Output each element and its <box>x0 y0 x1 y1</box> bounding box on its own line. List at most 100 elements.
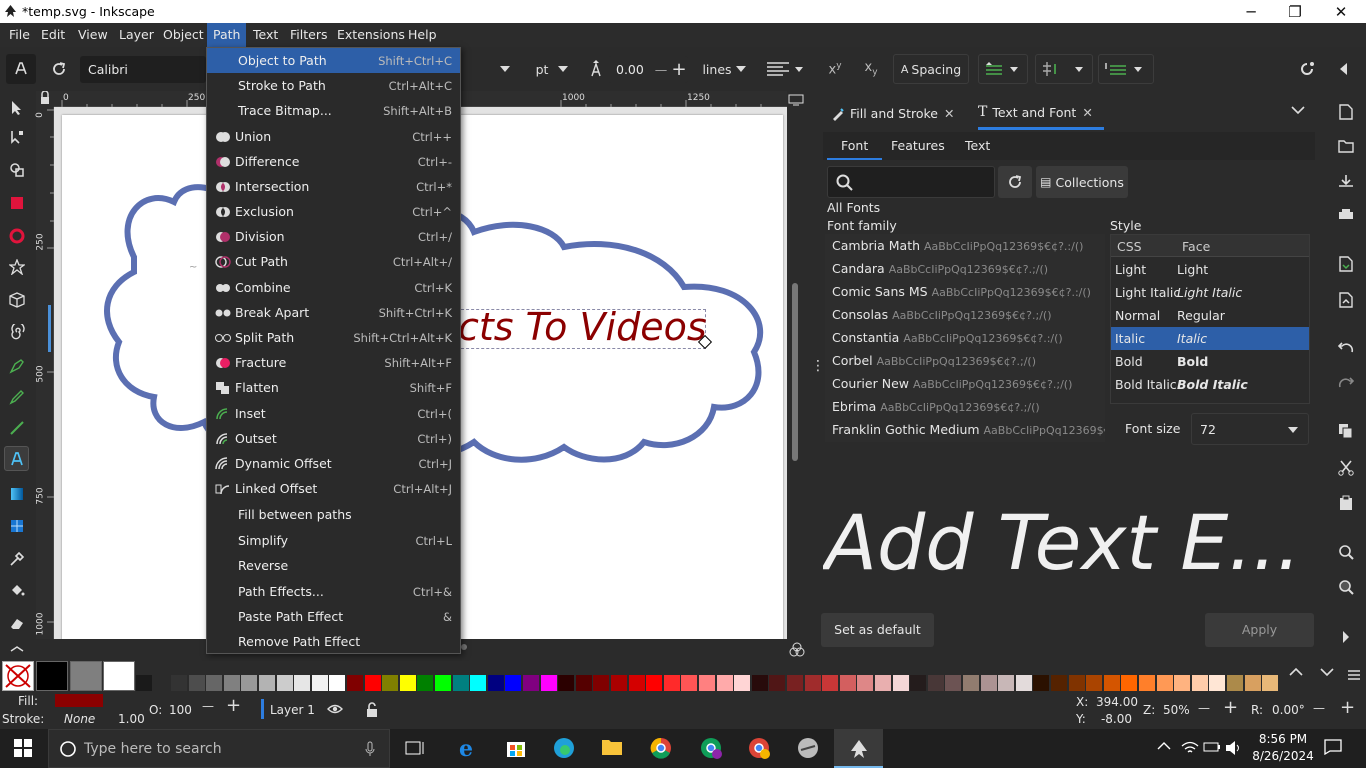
star-tool-icon[interactable] <box>4 254 29 279</box>
microphone-icon[interactable] <box>365 741 375 757</box>
windows-start-icon[interactable] <box>14 739 34 759</box>
set-default-button[interactable]: Set as default <box>821 613 934 647</box>
path-menu-item-combine[interactable]: Combine Ctrl+K <box>207 275 460 300</box>
path-menu-item-paste-path-effect[interactable]: Paste Path Effect & <box>207 604 460 629</box>
color-swatch[interactable] <box>382 675 399 691</box>
more-tools-icon[interactable] <box>4 636 29 661</box>
snap-icon[interactable] <box>1293 54 1321 84</box>
canvas-hscrollbar[interactable] <box>461 644 467 650</box>
color-swatch[interactable] <box>103 661 135 691</box>
subscript-icon[interactable]: xy <box>858 54 884 84</box>
close-button[interactable]: ✕ <box>1318 0 1364 23</box>
new-document-icon[interactable] <box>1335 101 1357 123</box>
tray-chevron-up-icon[interactable] <box>1157 741 1171 755</box>
dock-menu-chevron-icon[interactable] <box>1291 105 1309 119</box>
vertical-ruler[interactable]: 0 250 500 750 1000 <box>35 107 54 639</box>
color-swatch[interactable] <box>417 675 434 691</box>
style-row[interactable]: Light Light <box>1111 258 1309 281</box>
zoom-value[interactable]: 50% <box>1163 703 1190 717</box>
color-swatch[interactable] <box>329 675 346 691</box>
style-row[interactable]: Bold Italic Bold Italic <box>1111 373 1309 396</box>
text-tool-icon[interactable] <box>4 446 29 471</box>
3d-box-tool-icon[interactable] <box>4 287 29 312</box>
path-menu-item-inset[interactable]: Inset Ctrl+( <box>207 401 460 426</box>
color-swatch[interactable] <box>470 675 487 691</box>
font-size-dropdown-icon[interactable] <box>490 54 520 84</box>
font-list-item[interactable]: Comic Sans MS AaBbCcIiPpQq12369$€¢?.:/() <box>825 280 1105 303</box>
edge-legacy-icon[interactable]: e <box>456 737 480 761</box>
color-swatch[interactable] <box>716 675 733 691</box>
path-menu-item-division[interactable]: Division Ctrl+/ <box>207 224 460 249</box>
color-swatch[interactable] <box>540 675 557 691</box>
layer-lock-icon[interactable] <box>365 702 379 718</box>
chrome-icon[interactable] <box>650 737 674 761</box>
paste-icon[interactable] <box>1335 492 1357 514</box>
pen-tool-icon[interactable] <box>4 353 29 378</box>
color-swatch[interactable] <box>241 675 258 691</box>
path-menu-item-union[interactable]: Union Ctrl++ <box>207 124 460 149</box>
color-swatch[interactable] <box>399 675 416 691</box>
color-swatch[interactable] <box>1156 675 1173 691</box>
canvas-text[interactable]: cts To Videos <box>458 305 707 349</box>
color-swatch[interactable] <box>945 675 962 691</box>
clock-date[interactable]: 8/26/2024 <box>1249 749 1317 763</box>
collapse-toolbar-icon[interactable] <box>1330 54 1358 84</box>
clock-time[interactable]: 8:56 PM <box>1253 732 1313 746</box>
path-menu-item-object-to-path[interactable]: Object to Path Shift+Ctrl+C <box>207 48 460 73</box>
shape-builder-icon[interactable] <box>4 157 29 182</box>
color-swatch[interactable] <box>505 675 522 691</box>
color-swatch[interactable] <box>487 675 504 691</box>
file-explorer-icon[interactable] <box>601 737 625 761</box>
notification-center-icon[interactable] <box>1324 739 1344 759</box>
menu-object[interactable]: Object <box>157 23 210 47</box>
color-swatch[interactable] <box>1086 675 1103 691</box>
menu-path[interactable]: Path <box>207 23 247 47</box>
path-menu-item-path-effects[interactable]: Path Effects... Ctrl+& <box>207 579 460 604</box>
color-swatch[interactable] <box>1103 675 1120 691</box>
style-row[interactable]: Bold Bold <box>1111 350 1309 373</box>
stroke-width[interactable]: 1.00 <box>118 712 145 726</box>
path-menu-item-remove-path-effect[interactable]: Remove Path Effect <box>207 629 460 654</box>
restore-button[interactable]: ❐ <box>1272 0 1318 23</box>
color-swatch[interactable] <box>1139 675 1155 691</box>
dropper-tool-icon[interactable] <box>4 546 29 571</box>
color-swatch[interactable] <box>1191 675 1208 691</box>
export-icon[interactable] <box>1335 289 1357 311</box>
color-swatch[interactable] <box>1209 675 1226 691</box>
path-menu-item-fracture[interactable]: Fracture Shift+Alt+F <box>207 350 460 375</box>
color-swatch[interactable] <box>857 675 874 691</box>
zoom-out-icon[interactable]: — <box>1198 701 1210 715</box>
print-icon[interactable] <box>1335 204 1357 226</box>
inkscape-taskbar-button[interactable] <box>834 729 883 768</box>
color-swatch[interactable] <box>1121 675 1138 691</box>
path-menu-item-outset[interactable]: Outset Ctrl+) <box>207 426 460 451</box>
menu-extensions[interactable]: Extensions <box>331 23 411 47</box>
color-swatch[interactable] <box>963 675 979 691</box>
color-swatch[interactable] <box>575 675 592 691</box>
color-swatch[interactable] <box>558 675 575 691</box>
color-swatch[interactable] <box>259 675 275 691</box>
apply-button[interactable]: Apply <box>1205 613 1314 647</box>
menu-edit[interactable]: Edit <box>35 23 71 47</box>
expand-commands-icon[interactable] <box>1335 626 1357 648</box>
volume-icon[interactable] <box>1225 740 1243 756</box>
font-list-item[interactable]: Constantia AaBbCcIiPpQq12369$€¢?.:/() <box>825 326 1105 349</box>
opacity-input[interactable]: 100 <box>164 697 224 723</box>
font-list-item[interactable]: Ebrima AaBbCcIiPpQq12369$€¢?.;/() <box>825 395 1105 418</box>
collections-button[interactable]: ▤ Collections <box>1036 166 1128 198</box>
style-row[interactable]: Light Italic Light Italic <box>1111 281 1309 304</box>
line-height-unit-select[interactable]: lines <box>698 54 750 84</box>
color-swatch[interactable] <box>1244 675 1261 691</box>
chrome-profile-2-icon[interactable] <box>748 737 772 761</box>
rectangle-tool-icon[interactable] <box>4 190 29 215</box>
font-search-input[interactable] <box>827 166 995 198</box>
path-menu-item-simplify[interactable]: Simplify Ctrl+L <box>207 528 460 553</box>
network-icon[interactable] <box>1181 740 1199 756</box>
color-mode-icon[interactable] <box>788 641 806 659</box>
color-swatch[interactable] <box>681 675 698 691</box>
writing-mode-icon[interactable] <box>978 54 1028 84</box>
fill-indicator[interactable] <box>55 694 103 707</box>
decrement-icon[interactable]: — <box>655 54 668 84</box>
copy-icon[interactable] <box>1335 420 1357 442</box>
style-row[interactable]: Normal Regular <box>1111 304 1309 327</box>
